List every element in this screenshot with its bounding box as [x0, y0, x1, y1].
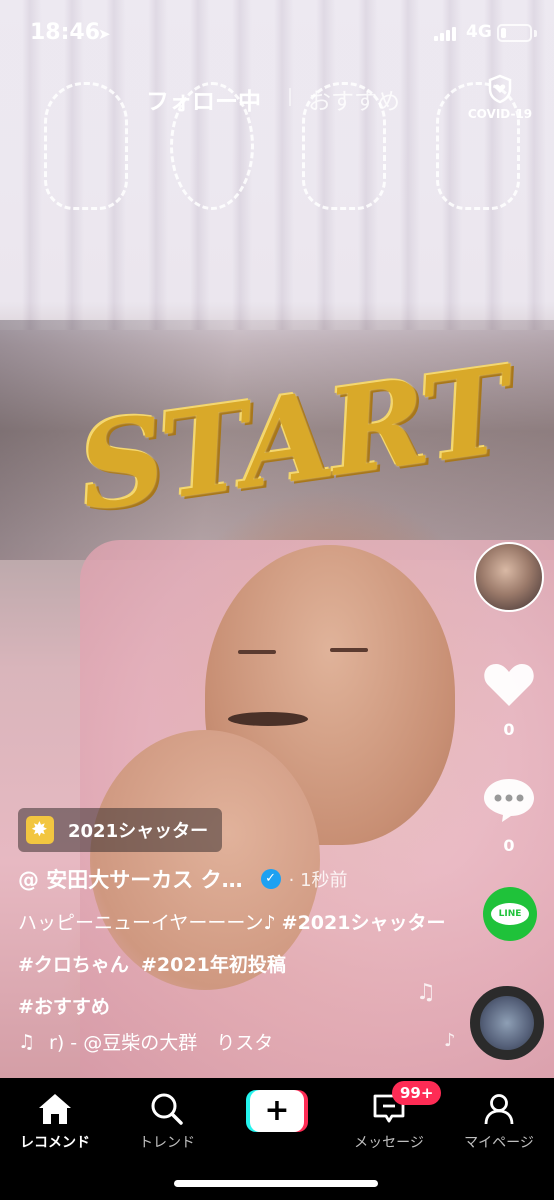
caption-text: ハッピーニューイヤーーーン♪ [18, 912, 276, 934]
home-indicator [174, 1180, 378, 1187]
post-time: · 1秒前 [288, 870, 348, 891]
comment-bubble-icon [484, 779, 534, 822]
hashtag-link[interactable]: #2021年初投稿 [141, 954, 286, 976]
effect-badge[interactable]: 2021シャッター [18, 808, 223, 852]
shield-heart-icon [488, 74, 512, 104]
tab-for-you[interactable]: おすすめ [308, 82, 400, 116]
hashtag-link[interactable]: #クロちゃん [18, 954, 129, 976]
nav-discover-label: トレンド [139, 1135, 195, 1151]
covid-button[interactable]: COVID-19 [464, 74, 536, 121]
effect-label: 2021シャッター [68, 821, 209, 842]
post-caption: ハッピーニューイヤーーーン♪ #2021シャッター #クロちゃん #2021年初… [18, 902, 448, 1028]
nav-discover[interactable]: トレンド [112, 1086, 222, 1152]
covid-label: COVID-19 [467, 107, 533, 121]
status-bar: 18:46 ➤ 4G [0, 0, 554, 62]
comment-count: 0 [503, 836, 515, 855]
verified-badge-icon: ✓ [260, 869, 281, 889]
nav-profile-label: マイページ [464, 1135, 534, 1151]
hashtag-link[interactable]: #おすすめ [18, 996, 110, 1018]
nav-home[interactable]: レコメンド [0, 1086, 110, 1152]
effect-sparkle-icon [26, 816, 54, 844]
music-note-icon: ♫ [18, 1030, 36, 1053]
line-icon: LINE [491, 903, 529, 925]
like-button[interactable]: 0 [474, 660, 544, 739]
creator-avatar[interactable] [474, 542, 544, 612]
music-note-icon: ♪ [444, 1030, 456, 1051]
sound-title: r) - @豆柴の大群 りスタ [49, 1032, 274, 1054]
status-time: 18:46 [30, 20, 101, 45]
plus-icon: + [250, 1090, 304, 1132]
sound-row[interactable]: ♫ r) - @豆柴の大群 りスタ [18, 1028, 273, 1055]
nav-home-label: レコメンド [20, 1135, 90, 1151]
like-count: 0 [503, 720, 515, 739]
profile-icon [444, 1086, 554, 1126]
search-icon [112, 1086, 222, 1126]
battery-level [501, 28, 506, 38]
creator-username[interactable]: @ 安田大サーカス ク… [18, 864, 243, 894]
person-eye-left [238, 650, 276, 654]
inbox-badge: 99+ [392, 1081, 442, 1105]
create-post-button[interactable]: + [246, 1090, 308, 1132]
nav-inbox-label: メッセージ [354, 1135, 424, 1151]
person-eye-right [330, 648, 368, 652]
tab-divider [289, 88, 291, 106]
signal-icon [434, 27, 460, 41]
music-disc[interactable] [470, 986, 544, 1060]
home-icon [0, 1086, 110, 1126]
hashtag-link[interactable]: #2021シャッター [282, 912, 446, 934]
battery-nub [534, 30, 537, 37]
comment-button[interactable]: 0 [474, 776, 544, 855]
location-arrow-icon: ➤ [98, 25, 111, 43]
share-line-button[interactable]: LINE [483, 887, 537, 941]
person-mustache [228, 712, 308, 726]
nav-profile[interactable]: マイページ [444, 1086, 554, 1152]
battery-icon [497, 24, 532, 42]
network-type: 4G [466, 22, 492, 42]
creator-row: @ 安田大サーカス ク… ✓ · 1秒前 [18, 864, 348, 894]
tab-following[interactable]: フォロー中 [146, 82, 261, 116]
heart-icon [484, 664, 534, 706]
